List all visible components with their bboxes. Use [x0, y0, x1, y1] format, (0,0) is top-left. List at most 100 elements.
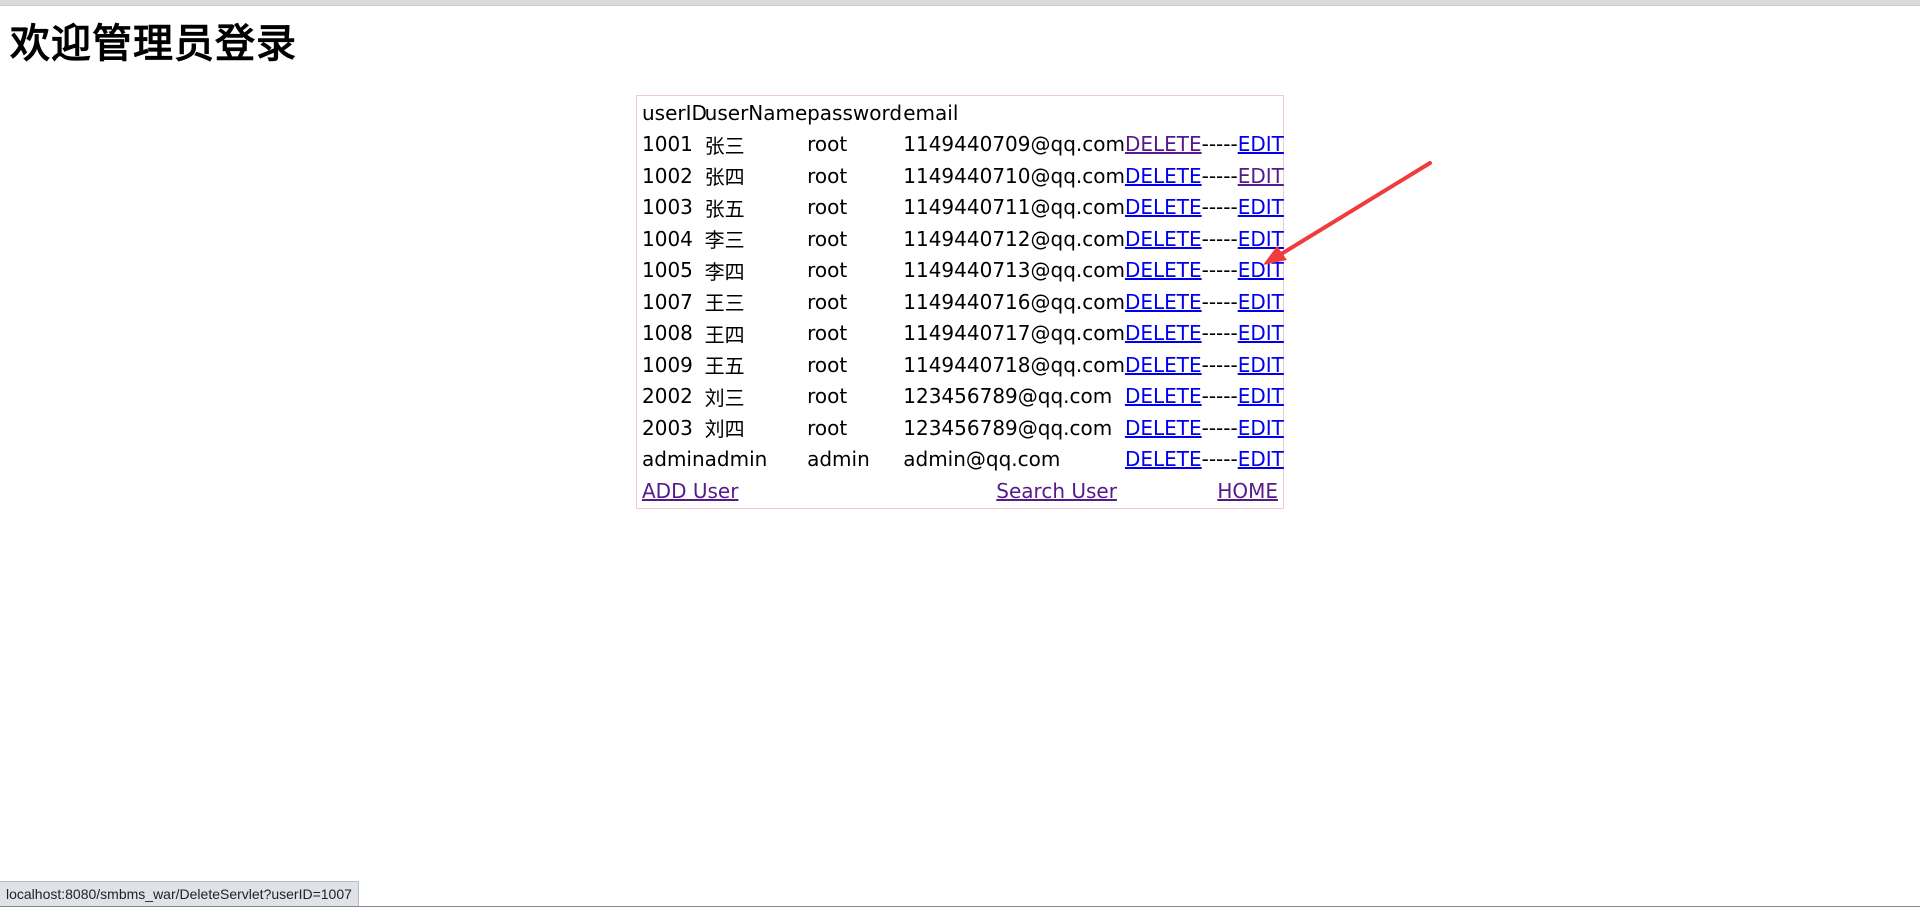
header-username: userName	[704, 100, 808, 125]
delete-link[interactable]: DELETE	[1125, 447, 1202, 471]
cell-username: admin	[704, 447, 768, 472]
table-row: 1009 王五 root 1149440718@qq.com DELETE-----ED…	[639, 350, 1284, 380]
delete-link[interactable]: DELETE	[1125, 290, 1202, 314]
action-separator: -----	[1201, 352, 1238, 377]
cell-userid: 2002	[642, 384, 693, 409]
cell-actions: DELETE-----EDIT	[1122, 161, 1284, 191]
table-row: 2002 刘三 root 123456789@qq.com DELETE-----EDI…	[639, 382, 1284, 412]
cell-actions: DELETE-----EDIT	[1122, 413, 1284, 443]
cell-password: root	[807, 321, 848, 346]
cell-userid: 1001	[642, 132, 693, 157]
header-userid: userID	[642, 100, 707, 125]
cell-actions: DELETE-----EDIT	[1122, 224, 1284, 254]
cell-userid: 1003	[642, 195, 693, 220]
delete-link[interactable]: DELETE	[1125, 321, 1202, 345]
delete-link[interactable]: DELETE	[1125, 353, 1202, 377]
cell-username: 刘四	[704, 417, 745, 442]
cell-username: 张五	[704, 196, 745, 221]
cell-userid: 2003	[642, 415, 693, 440]
edit-link[interactable]: EDIT	[1238, 447, 1284, 471]
cell-email: 123456789@qq.com	[903, 384, 1113, 409]
cell-username: 李四	[704, 259, 745, 284]
delete-link[interactable]: DELETE	[1125, 195, 1202, 219]
edit-link[interactable]: EDIT	[1238, 290, 1284, 314]
header-actions	[1122, 98, 1281, 128]
table-row: 1007 王三 root 1149440716@qq.com DELETE-----ED…	[639, 287, 1284, 317]
cell-userid: 1004	[642, 226, 693, 251]
cell-actions: DELETE-----EDIT	[1122, 382, 1284, 412]
home-link[interactable]: HOME	[1217, 479, 1278, 503]
cell-actions: DELETE-----EDIT	[1122, 130, 1284, 160]
status-bar-url: localhost:8080/smbms_war/DeleteServlet?u…	[0, 881, 359, 907]
delete-link[interactable]: DELETE	[1125, 132, 1202, 156]
search-user-link[interactable]: Search User	[996, 479, 1117, 503]
action-separator: -----	[1201, 132, 1238, 157]
delete-link[interactable]: DELETE	[1125, 416, 1202, 440]
footer-home-cell: HOME	[1122, 476, 1281, 506]
cell-password: root	[807, 352, 848, 377]
cell-username: 刘三	[704, 385, 745, 410]
cell-userid: admin	[642, 447, 705, 472]
cell-actions: DELETE-----EDIT	[1122, 287, 1284, 317]
cell-password: root	[807, 163, 848, 188]
table-row: 1004 李三 root 1149440712@qq.com DELETE-----ED…	[639, 224, 1284, 254]
action-separator: -----	[1201, 321, 1238, 346]
edit-link[interactable]: EDIT	[1238, 353, 1284, 377]
browser-top-border	[0, 0, 1920, 6]
cell-email: 1149440716@qq.com	[903, 289, 1125, 314]
table-header-row: userID userName password email	[639, 98, 1281, 128]
cell-userid: 1007	[642, 289, 693, 314]
cell-userid: 1005	[642, 258, 693, 283]
cell-username: 王四	[704, 322, 745, 347]
edit-link[interactable]: EDIT	[1238, 384, 1284, 408]
cell-email: 1149440711@qq.com	[903, 195, 1125, 220]
action-separator: -----	[1201, 289, 1238, 314]
cell-actions: DELETE-----EDIT	[1122, 256, 1284, 286]
cell-userid: 1008	[642, 321, 693, 346]
edit-link[interactable]: EDIT	[1238, 321, 1284, 345]
arrow-icon	[1263, 161, 1432, 265]
user-table: userID userName password email 1001 张三 roo…	[636, 95, 1284, 509]
table-header: userID userName password email	[639, 98, 1281, 128]
cell-password: root	[807, 289, 848, 314]
table-row: 1008 王四 root 1149440717@qq.com DELETE-----ED…	[639, 319, 1284, 349]
cell-username: 王五	[704, 354, 745, 379]
table-row: 1002 张四 root 1149440710@qq.com DELETE-----ED…	[639, 161, 1284, 191]
cell-actions: DELETE-----EDIT	[1122, 319, 1284, 349]
action-separator: -----	[1201, 195, 1238, 220]
page-title: 欢迎管理员登录	[10, 21, 297, 67]
cell-email: 1149440718@qq.com	[903, 352, 1125, 377]
cell-email: 1149440710@qq.com	[903, 163, 1125, 188]
edit-link[interactable]: EDIT	[1238, 132, 1284, 156]
cell-userid: 1002	[642, 163, 693, 188]
table-row: 1005 李四 root 1149440713@qq.com DELETE-----ED…	[639, 256, 1284, 286]
edit-link[interactable]: EDIT	[1238, 164, 1284, 188]
add-user-link[interactable]: ADD User	[642, 479, 738, 503]
cell-actions: DELETE-----EDIT	[1122, 350, 1284, 380]
cell-password: root	[807, 384, 848, 409]
table-footer: ADD User Search User HOME	[639, 476, 1281, 506]
edit-link[interactable]: EDIT	[1238, 227, 1284, 251]
cell-username: 张三	[704, 133, 745, 158]
edit-link[interactable]: EDIT	[1238, 416, 1284, 440]
cell-email: 123456789@qq.com	[903, 415, 1113, 440]
delete-link[interactable]: DELETE	[1125, 227, 1202, 251]
cell-email: 1149440709@qq.com	[903, 132, 1125, 157]
cell-userid: 1009	[642, 352, 693, 377]
cell-email: admin@qq.com	[903, 447, 1061, 472]
table-footer-row: ADD User Search User HOME	[639, 476, 1281, 506]
action-separator: -----	[1201, 415, 1238, 440]
delete-link[interactable]: DELETE	[1125, 258, 1202, 282]
table-body: 1001 张三 root 1149440709@qq.com DELETE-----ED…	[639, 130, 1284, 475]
action-separator: -----	[1201, 163, 1238, 188]
header-email: email	[903, 100, 959, 125]
delete-link[interactable]: DELETE	[1125, 384, 1202, 408]
delete-link[interactable]: DELETE	[1125, 164, 1202, 188]
table-row: admin admin admin admin@qq.com DELETE-----ED…	[639, 445, 1284, 475]
cell-password: root	[807, 415, 848, 440]
action-separator: -----	[1201, 226, 1238, 251]
edit-link[interactable]: EDIT	[1238, 258, 1284, 282]
action-separator: -----	[1201, 447, 1238, 472]
edit-link[interactable]: EDIT	[1238, 195, 1284, 219]
cell-username: 李三	[704, 228, 745, 253]
